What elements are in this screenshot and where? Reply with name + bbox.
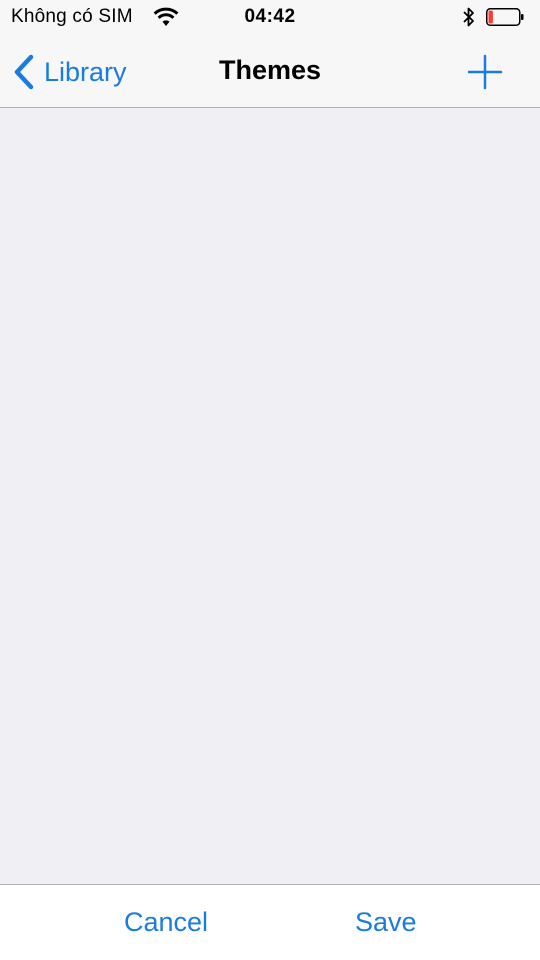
navigation-bar: Library Themes <box>0 36 540 108</box>
page-title: Themes <box>218 55 322 85</box>
themes-screen: Không có SIM 04:42 Library Themes Cancel… <box>0 0 540 960</box>
clock: 04:42 <box>244 6 296 27</box>
bluetooth-icon <box>463 7 474 27</box>
status-bar: Không có SIM 04:42 <box>0 0 540 36</box>
battery-fill <box>488 10 493 24</box>
bottom-toolbar: Cancel Save <box>0 884 540 960</box>
plus-icon[interactable] <box>466 53 504 91</box>
battery-icon <box>486 8 524 26</box>
cancel-button[interactable]: Cancel <box>124 907 208 938</box>
save-button[interactable]: Save <box>355 907 417 938</box>
themes-list <box>0 108 540 884</box>
